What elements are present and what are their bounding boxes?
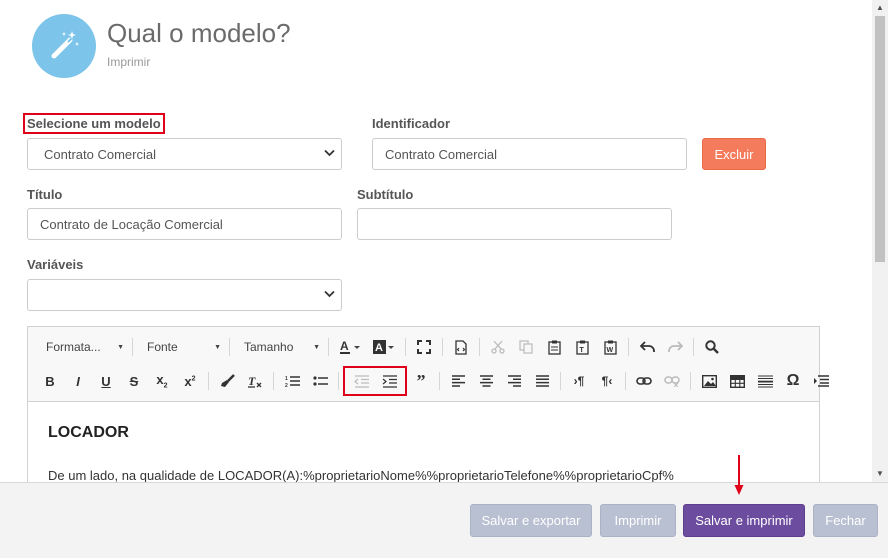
ltr-icon[interactable]: ›¶	[565, 369, 593, 393]
content-heading: LOCADOR	[48, 424, 129, 441]
search-icon[interactable]	[698, 335, 726, 359]
modal-body: Qual o modelo? Imprimir Selecione um mod…	[0, 0, 872, 482]
title-label: Título	[27, 187, 63, 202]
scrollbar-thumb[interactable]	[875, 16, 885, 262]
chevron-down-icon	[324, 289, 335, 301]
text-color-icon[interactable]: A	[333, 335, 367, 359]
remove-format-icon[interactable]: T	[241, 369, 269, 393]
redo-icon[interactable]	[661, 335, 689, 359]
rich-text-editor: Formata... ▼ Fonte ▼ Tamanho ▼ A A T W B…	[27, 326, 829, 482]
align-justify-icon[interactable]	[528, 369, 556, 393]
svg-text:T: T	[579, 347, 584, 354]
blockquote-icon[interactable]: ”	[407, 369, 435, 393]
scrollbar[interactable]: ▲ ▼	[872, 0, 888, 482]
variables-label: Variáveis	[27, 257, 84, 272]
maximize-icon[interactable]	[410, 335, 438, 359]
chevron-down-icon	[324, 148, 335, 160]
scroll-up-icon[interactable]: ▲	[872, 0, 888, 16]
superscript-icon[interactable]: x2	[176, 369, 204, 393]
rtl-icon[interactable]: ¶‹	[593, 369, 621, 393]
save-export-button[interactable]: Salvar e exportar	[470, 504, 592, 537]
caret-down-icon: ▼	[117, 343, 124, 351]
bold-icon[interactable]: B	[36, 369, 64, 393]
strikethrough-icon[interactable]: S	[120, 369, 148, 393]
identifier-label: Identificador	[372, 116, 451, 131]
align-left-icon[interactable]	[444, 369, 472, 393]
magic-wand-icon	[32, 14, 96, 78]
identifier-input[interactable]: Contrato Comercial	[372, 138, 687, 170]
variables-select[interactable]	[27, 279, 342, 311]
special-char-icon[interactable]: Ω	[779, 369, 807, 393]
model-select-label: Selecione um modelo	[23, 113, 165, 134]
annotation-arrow-icon	[734, 455, 744, 495]
copy-icon[interactable]	[512, 335, 540, 359]
page-subtitle: Imprimir	[107, 55, 151, 69]
format-combo-label: Formata...	[46, 340, 101, 354]
content-paragraph: De um lado, na qualidade de LOCADOR(A):%…	[48, 468, 674, 482]
undo-icon[interactable]	[633, 335, 661, 359]
image-icon[interactable]	[695, 369, 723, 393]
svg-text:T: T	[248, 374, 256, 388]
editor-content[interactable]: LOCADOR De um lado, na qualidade de LOCA…	[28, 402, 819, 482]
numbered-list-icon[interactable]: 12	[278, 369, 306, 393]
editor-toolbar: Formata... ▼ Fonte ▼ Tamanho ▼ A A T W B…	[28, 327, 829, 402]
model-select-value: Contrato Comercial	[44, 146, 156, 162]
table-icon[interactable]	[723, 369, 751, 393]
save-print-button[interactable]: Salvar e imprimir	[683, 504, 805, 537]
paste-word-icon[interactable]: W	[596, 335, 624, 359]
scroll-down-icon[interactable]: ▼	[872, 466, 888, 482]
page-break-icon[interactable]	[807, 369, 835, 393]
indent-group	[343, 366, 407, 396]
format-combo[interactable]: Formata... ▼	[36, 336, 128, 358]
font-combo-label: Fonte	[147, 340, 178, 354]
svg-text:A: A	[375, 342, 383, 354]
paste-text-icon[interactable]: T	[568, 335, 596, 359]
svg-text:1: 1	[285, 376, 288, 382]
title-input[interactable]: Contrato de Locação Comercial	[27, 208, 342, 240]
font-combo[interactable]: Fonte ▼	[137, 336, 225, 358]
source-code-icon[interactable]	[447, 335, 475, 359]
align-right-icon[interactable]	[500, 369, 528, 393]
paste-icon[interactable]	[540, 335, 568, 359]
copy-format-icon[interactable]	[213, 369, 241, 393]
page-title: Qual o modelo?	[107, 18, 291, 48]
svg-text:2: 2	[285, 383, 288, 388]
delete-button[interactable]: Excluir	[702, 138, 766, 170]
print-button[interactable]: Imprimir	[600, 504, 676, 537]
bulleted-list-icon[interactable]	[306, 369, 334, 393]
italic-icon[interactable]: I	[64, 369, 92, 393]
caret-down-icon: ▼	[313, 343, 320, 351]
size-combo-label: Tamanho	[244, 340, 294, 354]
model-select[interactable]: Contrato Comercial	[27, 138, 342, 170]
modal-footer: Salvar e exportar Imprimir Salvar e impr…	[0, 482, 888, 558]
subtitle-label: Subtítulo	[357, 187, 414, 202]
size-combo[interactable]: Tamanho ▼	[234, 336, 324, 358]
caret-down-icon: ▼	[214, 343, 221, 351]
close-button[interactable]: Fechar	[813, 504, 878, 537]
subtitle-input[interactable]	[357, 208, 672, 240]
underline-icon[interactable]: U	[92, 369, 120, 393]
align-center-icon[interactable]	[472, 369, 500, 393]
svg-text:W: W	[606, 347, 613, 354]
identifier-value: Contrato Comercial	[385, 146, 497, 162]
cut-icon[interactable]	[484, 335, 512, 359]
background-color-icon[interactable]: A	[367, 335, 401, 359]
svg-text:A: A	[340, 339, 349, 353]
increase-indent-icon[interactable]	[375, 369, 403, 393]
unlink-icon[interactable]	[658, 369, 686, 393]
link-icon[interactable]	[630, 369, 658, 393]
subscript-icon[interactable]: x2	[148, 369, 176, 393]
title-value: Contrato de Locação Comercial	[40, 216, 223, 232]
decrease-indent-icon[interactable]	[347, 369, 375, 393]
horizontal-line-icon[interactable]	[751, 369, 779, 393]
